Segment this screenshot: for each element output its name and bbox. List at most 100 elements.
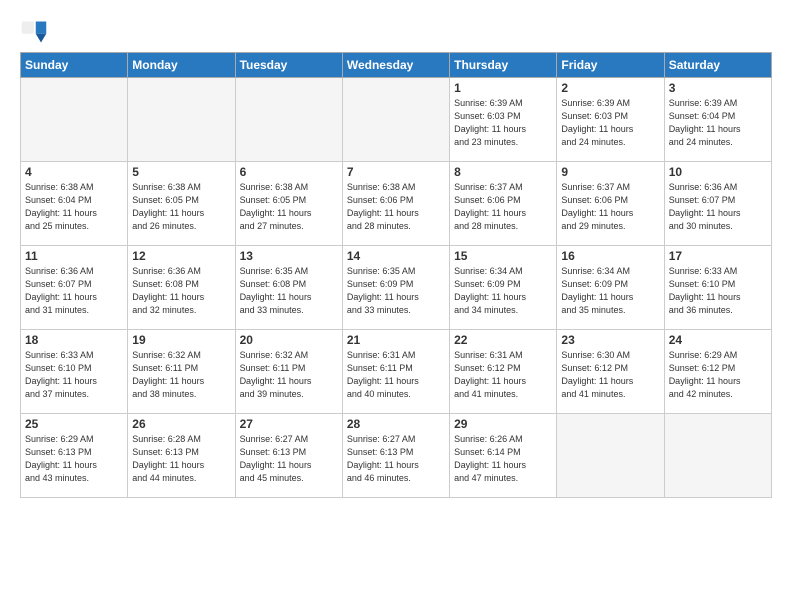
day-number: 10 [669,165,767,179]
day-info: Sunrise: 6:35 AM Sunset: 6:08 PM Dayligh… [240,265,338,317]
day-info: Sunrise: 6:32 AM Sunset: 6:11 PM Dayligh… [240,349,338,401]
header-area [20,18,772,46]
calendar-cell: 14 Sunrise: 6:35 AM Sunset: 6:09 PM Dayli… [342,246,449,330]
day-number: 19 [132,333,230,347]
calendar-cell: 29 Sunrise: 6:26 AM Sunset: 6:14 PM Dayli… [450,414,557,498]
calendar-cell [557,414,664,498]
day-number: 23 [561,333,659,347]
day-info: Sunrise: 6:26 AM Sunset: 6:14 PM Dayligh… [454,433,552,485]
calendar-cell: 7 Sunrise: 6:38 AM Sunset: 6:06 PM Daylig… [342,162,449,246]
day-number: 21 [347,333,445,347]
day-info: Sunrise: 6:34 AM Sunset: 6:09 PM Dayligh… [561,265,659,317]
weekday-header-cell: Friday [557,53,664,78]
calendar-cell: 22 Sunrise: 6:31 AM Sunset: 6:12 PM Dayli… [450,330,557,414]
calendar-cell: 19 Sunrise: 6:32 AM Sunset: 6:11 PM Dayli… [128,330,235,414]
logo-icon [20,18,48,46]
day-number: 9 [561,165,659,179]
day-number: 28 [347,417,445,431]
calendar-cell: 21 Sunrise: 6:31 AM Sunset: 6:11 PM Dayli… [342,330,449,414]
day-info: Sunrise: 6:30 AM Sunset: 6:12 PM Dayligh… [561,349,659,401]
day-info: Sunrise: 6:39 AM Sunset: 6:04 PM Dayligh… [669,97,767,149]
calendar-cell: 15 Sunrise: 6:34 AM Sunset: 6:09 PM Dayli… [450,246,557,330]
calendar-cell: 1 Sunrise: 6:39 AM Sunset: 6:03 PM Daylig… [450,78,557,162]
weekday-header-cell: Saturday [664,53,771,78]
day-info: Sunrise: 6:38 AM Sunset: 6:05 PM Dayligh… [132,181,230,233]
weekday-header-cell: Tuesday [235,53,342,78]
day-info: Sunrise: 6:33 AM Sunset: 6:10 PM Dayligh… [669,265,767,317]
calendar-cell: 4 Sunrise: 6:38 AM Sunset: 6:04 PM Daylig… [21,162,128,246]
day-info: Sunrise: 6:31 AM Sunset: 6:12 PM Dayligh… [454,349,552,401]
calendar-cell: 11 Sunrise: 6:36 AM Sunset: 6:07 PM Dayli… [21,246,128,330]
calendar-cell: 2 Sunrise: 6:39 AM Sunset: 6:03 PM Daylig… [557,78,664,162]
day-number: 26 [132,417,230,431]
calendar-cell: 20 Sunrise: 6:32 AM Sunset: 6:11 PM Dayli… [235,330,342,414]
day-number: 3 [669,81,767,95]
calendar-cell: 8 Sunrise: 6:37 AM Sunset: 6:06 PM Daylig… [450,162,557,246]
day-number: 25 [25,417,123,431]
day-info: Sunrise: 6:38 AM Sunset: 6:05 PM Dayligh… [240,181,338,233]
day-info: Sunrise: 6:35 AM Sunset: 6:09 PM Dayligh… [347,265,445,317]
calendar-cell [128,78,235,162]
day-info: Sunrise: 6:29 AM Sunset: 6:12 PM Dayligh… [669,349,767,401]
day-info: Sunrise: 6:39 AM Sunset: 6:03 PM Dayligh… [454,97,552,149]
day-number: 12 [132,249,230,263]
day-info: Sunrise: 6:27 AM Sunset: 6:13 PM Dayligh… [240,433,338,485]
calendar-week-row: 11 Sunrise: 6:36 AM Sunset: 6:07 PM Dayli… [21,246,772,330]
day-info: Sunrise: 6:36 AM Sunset: 6:07 PM Dayligh… [669,181,767,233]
calendar-week-row: 18 Sunrise: 6:33 AM Sunset: 6:10 PM Dayli… [21,330,772,414]
day-info: Sunrise: 6:27 AM Sunset: 6:13 PM Dayligh… [347,433,445,485]
day-number: 8 [454,165,552,179]
calendar-cell [664,414,771,498]
day-info: Sunrise: 6:37 AM Sunset: 6:06 PM Dayligh… [454,181,552,233]
day-info: Sunrise: 6:39 AM Sunset: 6:03 PM Dayligh… [561,97,659,149]
calendar-week-row: 4 Sunrise: 6:38 AM Sunset: 6:04 PM Daylig… [21,162,772,246]
day-number: 1 [454,81,552,95]
weekday-header-cell: Sunday [21,53,128,78]
calendar-cell: 13 Sunrise: 6:35 AM Sunset: 6:08 PM Dayli… [235,246,342,330]
calendar-cell: 23 Sunrise: 6:30 AM Sunset: 6:12 PM Dayli… [557,330,664,414]
day-number: 4 [25,165,123,179]
day-number: 11 [25,249,123,263]
calendar-week-row: 1 Sunrise: 6:39 AM Sunset: 6:03 PM Daylig… [21,78,772,162]
calendar-cell: 16 Sunrise: 6:34 AM Sunset: 6:09 PM Dayli… [557,246,664,330]
day-number: 14 [347,249,445,263]
day-info: Sunrise: 6:33 AM Sunset: 6:10 PM Dayligh… [25,349,123,401]
calendar-cell: 28 Sunrise: 6:27 AM Sunset: 6:13 PM Dayli… [342,414,449,498]
day-info: Sunrise: 6:28 AM Sunset: 6:13 PM Dayligh… [132,433,230,485]
weekday-header-cell: Thursday [450,53,557,78]
calendar-cell: 24 Sunrise: 6:29 AM Sunset: 6:12 PM Dayli… [664,330,771,414]
day-number: 15 [454,249,552,263]
calendar-cell: 9Sunrise: 6:37 AM Sunset: 6:06 PM Daylig… [557,162,664,246]
day-info: Sunrise: 6:38 AM Sunset: 6:06 PM Dayligh… [347,181,445,233]
calendar-cell: 18 Sunrise: 6:33 AM Sunset: 6:10 PM Dayli… [21,330,128,414]
calendar-cell [342,78,449,162]
day-info: Sunrise: 6:36 AM Sunset: 6:07 PM Dayligh… [25,265,123,317]
day-info: Sunrise: 6:34 AM Sunset: 6:09 PM Dayligh… [454,265,552,317]
day-number: 18 [25,333,123,347]
day-info: Sunrise: 6:32 AM Sunset: 6:11 PM Dayligh… [132,349,230,401]
day-info: Sunrise: 6:29 AM Sunset: 6:13 PM Dayligh… [25,433,123,485]
calendar-cell: 10 Sunrise: 6:36 AM Sunset: 6:07 PM Dayli… [664,162,771,246]
day-info: Sunrise: 6:31 AM Sunset: 6:11 PM Dayligh… [347,349,445,401]
day-number: 13 [240,249,338,263]
day-number: 16 [561,249,659,263]
calendar-cell: 27 Sunrise: 6:27 AM Sunset: 6:13 PM Dayli… [235,414,342,498]
day-number: 2 [561,81,659,95]
calendar-cell: 6 Sunrise: 6:38 AM Sunset: 6:05 PM Daylig… [235,162,342,246]
day-number: 17 [669,249,767,263]
calendar-cell: 5 Sunrise: 6:38 AM Sunset: 6:05 PM Daylig… [128,162,235,246]
day-info: Sunrise: 6:36 AM Sunset: 6:08 PM Dayligh… [132,265,230,317]
calendar-cell: 17 Sunrise: 6:33 AM Sunset: 6:10 PM Dayli… [664,246,771,330]
calendar-cell: 26 Sunrise: 6:28 AM Sunset: 6:13 PM Dayli… [128,414,235,498]
day-number: 29 [454,417,552,431]
day-number: 24 [669,333,767,347]
page: SundayMondayTuesdayWednesdayThursdayFrid… [0,0,792,508]
day-number: 5 [132,165,230,179]
day-number: 22 [454,333,552,347]
day-number: 20 [240,333,338,347]
day-number: 6 [240,165,338,179]
day-number: 27 [240,417,338,431]
calendar-cell: 12 Sunrise: 6:36 AM Sunset: 6:08 PM Dayli… [128,246,235,330]
day-number: 7 [347,165,445,179]
day-info: Sunrise: 6:38 AM Sunset: 6:04 PM Dayligh… [25,181,123,233]
